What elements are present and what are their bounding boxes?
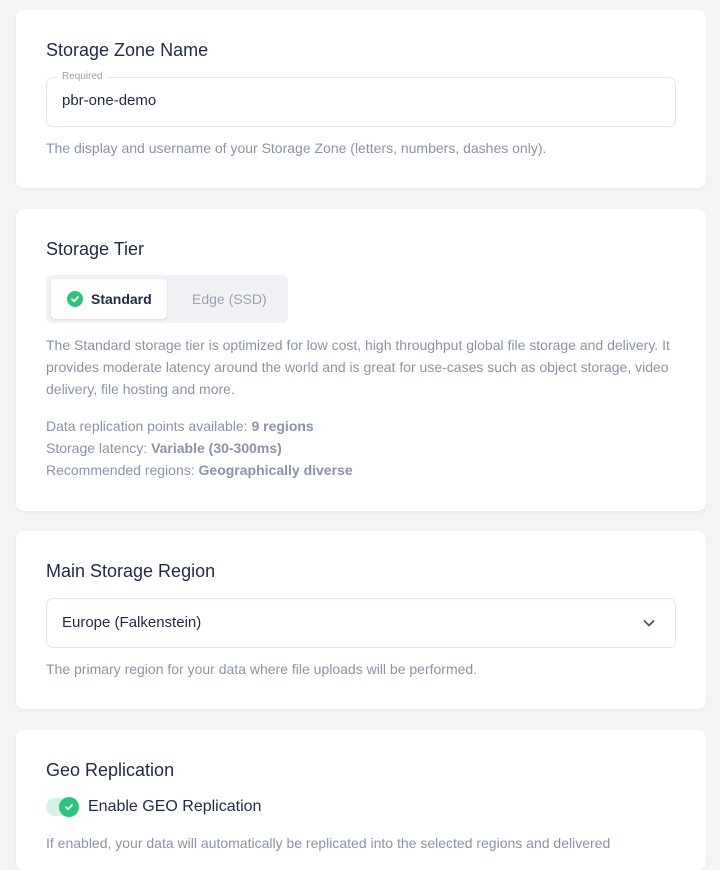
stat-recommended-regions: Recommended regions: Geographically dive…: [46, 462, 353, 478]
geo-replication-toggle-label: Enable GEO Replication: [88, 798, 262, 815]
tier-option-standard[interactable]: Standard: [51, 279, 167, 319]
main-region-select[interactable]: Europe (Falkenstein): [46, 598, 676, 648]
geo-replication-title: Geo Replication: [46, 760, 175, 780]
required-label: Required: [58, 71, 107, 82]
main-region-selected-value: Europe (Falkenstein): [62, 614, 202, 631]
stat-storage-latency: Storage latency: Variable (30-300ms): [46, 440, 282, 456]
geo-replication-toggle[interactable]: [46, 797, 79, 817]
storage-tier-card: Storage Tier Standard Edge (SSD) The Sta…: [16, 209, 706, 511]
check-circle-icon: [67, 291, 83, 307]
tier-option-edge-ssd[interactable]: Edge (SSD): [176, 279, 284, 319]
geo-replication-toggle-row: Enable GEO Replication: [46, 797, 262, 817]
storage-tier-description: The Standard storage tier is optimized f…: [46, 337, 670, 397]
storage-tier-selector: Standard Edge (SSD): [46, 275, 288, 323]
storage-tier-stats: Data replication points available: 9 reg…: [46, 415, 353, 481]
storage-zone-title: Storage Zone Name: [46, 40, 209, 60]
storage-zone-name-input[interactable]: [62, 92, 652, 109]
chevron-down-icon: [643, 620, 655, 627]
storage-zone-name-field[interactable]: Required: [46, 71, 676, 127]
check-icon: [59, 797, 79, 817]
main-region-title: Main Storage Region: [46, 561, 216, 581]
stat-replication-points: Data replication points available: 9 reg…: [46, 418, 314, 434]
tier-option-standard-label: Standard: [91, 291, 152, 307]
storage-zone-help: The display and username of your Storage…: [46, 140, 547, 156]
storage-zone-card: Storage Zone Name Required The display a…: [16, 10, 706, 188]
geo-replication-card: Geo Replication Enable GEO Replication I…: [16, 730, 706, 870]
tier-option-edge-label: Edge (SSD): [192, 291, 267, 307]
geo-replication-help: If enabled, your data will automatically…: [46, 835, 611, 851]
main-region-card: Main Storage Region Europe (Falkenstein)…: [16, 531, 706, 709]
main-region-help: The primary region for your data where f…: [46, 661, 478, 677]
storage-tier-title: Storage Tier: [46, 239, 145, 259]
